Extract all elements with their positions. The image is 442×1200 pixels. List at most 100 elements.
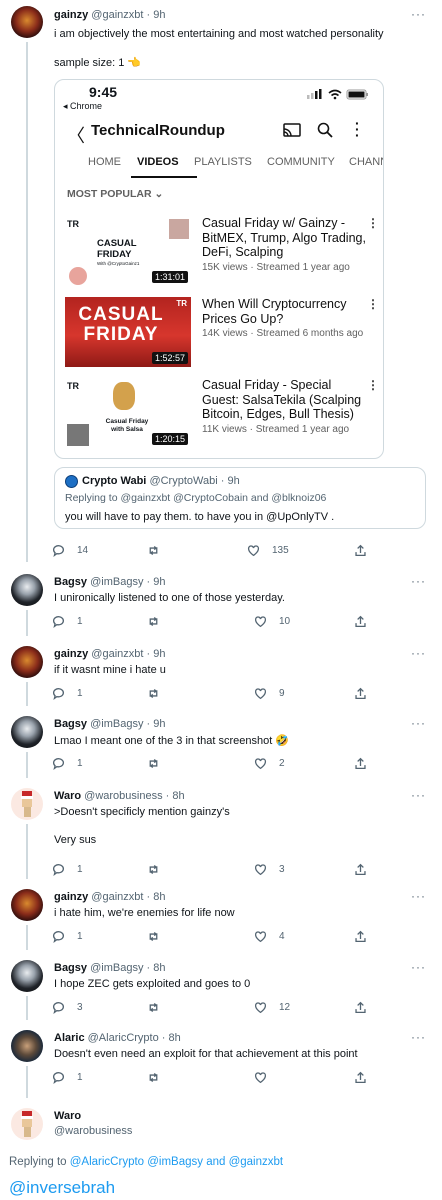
tweet-time[interactable]: 8h (153, 891, 165, 903)
more-options-button[interactable]: ··· (411, 574, 426, 588)
share-button[interactable] (354, 614, 367, 628)
reply-button[interactable]: 14 (52, 543, 88, 557)
video-item[interactable]: TR CASUAL FRIDAY With @CryptoGainz1 1:31… (65, 216, 383, 294)
like-button[interactable]: 9 (254, 686, 285, 700)
video-thumbnail[interactable]: TR Casual Friday with Salsa 1:20:15 (65, 378, 191, 448)
tweet-time[interactable]: 9h (153, 9, 165, 21)
tweet-time[interactable]: 9h (153, 576, 165, 588)
video-title[interactable]: Casual Friday - Special Guest: SalsaTeki… (202, 378, 370, 422)
author-name[interactable]: Bagsy (54, 718, 87, 730)
more-options-button[interactable]: ··· (411, 889, 426, 903)
tweet-time[interactable]: 8h (169, 1032, 181, 1044)
reply-button[interactable]: 3 (52, 1000, 83, 1014)
composer-handle-text[interactable]: @warobusiness (54, 1125, 132, 1137)
more-options-button[interactable]: ··· (411, 646, 426, 660)
video-menu-icon[interactable]: ⋮ (367, 216, 379, 230)
tweet-time[interactable]: 9h (153, 718, 165, 730)
video-menu-icon[interactable]: ⋮ (367, 378, 379, 392)
retweet-button[interactable] (147, 756, 160, 770)
reply-button[interactable]: 1 (52, 1070, 83, 1084)
tab-community[interactable]: COMMUNITY (267, 156, 335, 168)
search-icon[interactable] (317, 122, 333, 138)
share-button[interactable] (354, 1070, 367, 1084)
author-handle[interactable]: @warobusiness (84, 790, 162, 802)
replying-to-users[interactable]: @AlaricCrypto @imBagsy and @gainzxbt (70, 1156, 283, 1168)
like-button[interactable]: 12 (254, 1000, 290, 1014)
video-title[interactable]: When Will Cryptocurrency Prices Go Up? (202, 297, 370, 326)
author-handle[interactable]: @gainzxbt (91, 891, 143, 903)
author-handle[interactable]: @imBagsy (90, 962, 143, 974)
more-options-button[interactable]: ··· (411, 960, 426, 974)
sort-dropdown[interactable]: MOST POPULAR ⌄ (67, 188, 163, 200)
tab-playlists[interactable]: PLAYLISTS (194, 156, 252, 168)
author-name[interactable]: Waro (54, 790, 81, 802)
reply-tweet[interactable]: Alaric @AlaricCrypto · 8h ··· Doesn't even… (0, 1022, 442, 1100)
attached-screenshot[interactable]: 9:45 ◂ Chrome 〈 TechnicalRoundup · · · HOM… (54, 79, 384, 459)
video-item[interactable]: CASUAL FRIDAY TR 1:52:57 When Will Crypt… (65, 297, 383, 375)
reply-button[interactable]: 1 (52, 862, 83, 876)
quoted-tweet[interactable]: Crypto Wabi @CryptoWabi · 9h Replying to… (54, 467, 426, 529)
author-handle[interactable]: @imBagsy (90, 576, 143, 588)
more-options-button[interactable]: ··· (411, 716, 426, 730)
avatar[interactable] (11, 788, 43, 820)
video-item[interactable]: TR Casual Friday with Salsa 1:20:15 Casu… (65, 378, 383, 456)
retweet-button[interactable] (147, 543, 172, 557)
author-name[interactable]: Bagsy (54, 962, 87, 974)
like-button[interactable]: 2 (254, 756, 285, 770)
avatar[interactable] (11, 1030, 43, 1062)
video-menu-icon[interactable]: ⋮ (367, 297, 379, 311)
avatar[interactable] (11, 574, 43, 606)
like-button[interactable]: 3 (254, 862, 285, 876)
reply-button[interactable]: 1 (52, 756, 83, 770)
like-button[interactable]: 135 (247, 543, 289, 557)
author-handle[interactable]: @AlaricCrypto (88, 1032, 159, 1044)
more-options-button[interactable]: ··· (411, 1030, 426, 1044)
author-name[interactable]: gainzy (54, 9, 88, 21)
tab-channels[interactable]: CHANN (349, 156, 383, 168)
tweet-time[interactable]: 9h (153, 648, 165, 660)
reply-tweet[interactable]: Waro @warobusiness · 8h ··· >Doesn't speci… (0, 780, 442, 881)
tweet-time[interactable]: 8h (172, 790, 184, 802)
author-handle[interactable]: @gainzxbt (91, 9, 143, 21)
tab-videos[interactable]: VIDEOS (137, 156, 179, 168)
video-title[interactable]: Casual Friday w/ Gainzy - BitMEX, Trump,… (202, 216, 370, 260)
retweet-button[interactable] (147, 862, 160, 876)
avatar[interactable] (11, 889, 43, 921)
avatar[interactable] (11, 1108, 43, 1140)
retweet-button[interactable] (147, 1070, 160, 1084)
back-arrow-icon[interactable]: 〈 (67, 122, 85, 148)
retweet-button[interactable] (147, 614, 160, 628)
reply-tweet[interactable]: gainzy @gainzxbt · 9h ··· if it wasnt mine… (0, 638, 442, 708)
video-thumbnail[interactable]: TR CASUAL FRIDAY With @CryptoGainz1 1:31… (65, 216, 191, 286)
avatar[interactable] (11, 716, 43, 748)
video-thumbnail[interactable]: CASUAL FRIDAY TR 1:52:57 (65, 297, 191, 367)
like-button[interactable]: 10 (254, 614, 290, 628)
share-button[interactable] (354, 686, 367, 700)
retweet-button[interactable] (147, 686, 160, 700)
kebab-menu-icon[interactable]: · · · (355, 116, 360, 142)
like-button[interactable] (254, 1070, 279, 1084)
avatar[interactable] (11, 960, 43, 992)
share-button[interactable] (354, 862, 367, 876)
reply-button[interactable]: 1 (52, 614, 83, 628)
author-name[interactable]: gainzy (54, 891, 88, 903)
reply-button[interactable]: 1 (52, 929, 83, 943)
author-handle[interactable]: @imBagsy (90, 718, 143, 730)
replying-to[interactable]: @gainzxbt @CryptoCobain and @blknoiz06 (120, 492, 326, 504)
composer-name[interactable]: Waro (54, 1110, 81, 1122)
retweet-button[interactable] (147, 929, 160, 943)
share-button[interactable] (354, 929, 367, 943)
cast-icon[interactable] (283, 123, 301, 137)
share-button[interactable] (354, 1000, 367, 1014)
share-button[interactable] (354, 756, 367, 770)
reply-tweet[interactable]: Bagsy @imBagsy · 9h ··· Lmao I meant one o… (0, 708, 442, 780)
author-name[interactable]: Bagsy (54, 576, 87, 588)
retweet-button[interactable] (147, 1000, 160, 1014)
author-name[interactable]: gainzy (54, 648, 88, 660)
avatar[interactable] (11, 6, 43, 38)
more-options-button[interactable]: ··· (411, 7, 426, 21)
tab-home[interactable]: HOME (88, 156, 121, 168)
author-handle[interactable]: @gainzxbt (91, 648, 143, 660)
share-button[interactable] (354, 543, 367, 557)
avatar[interactable] (11, 646, 43, 678)
